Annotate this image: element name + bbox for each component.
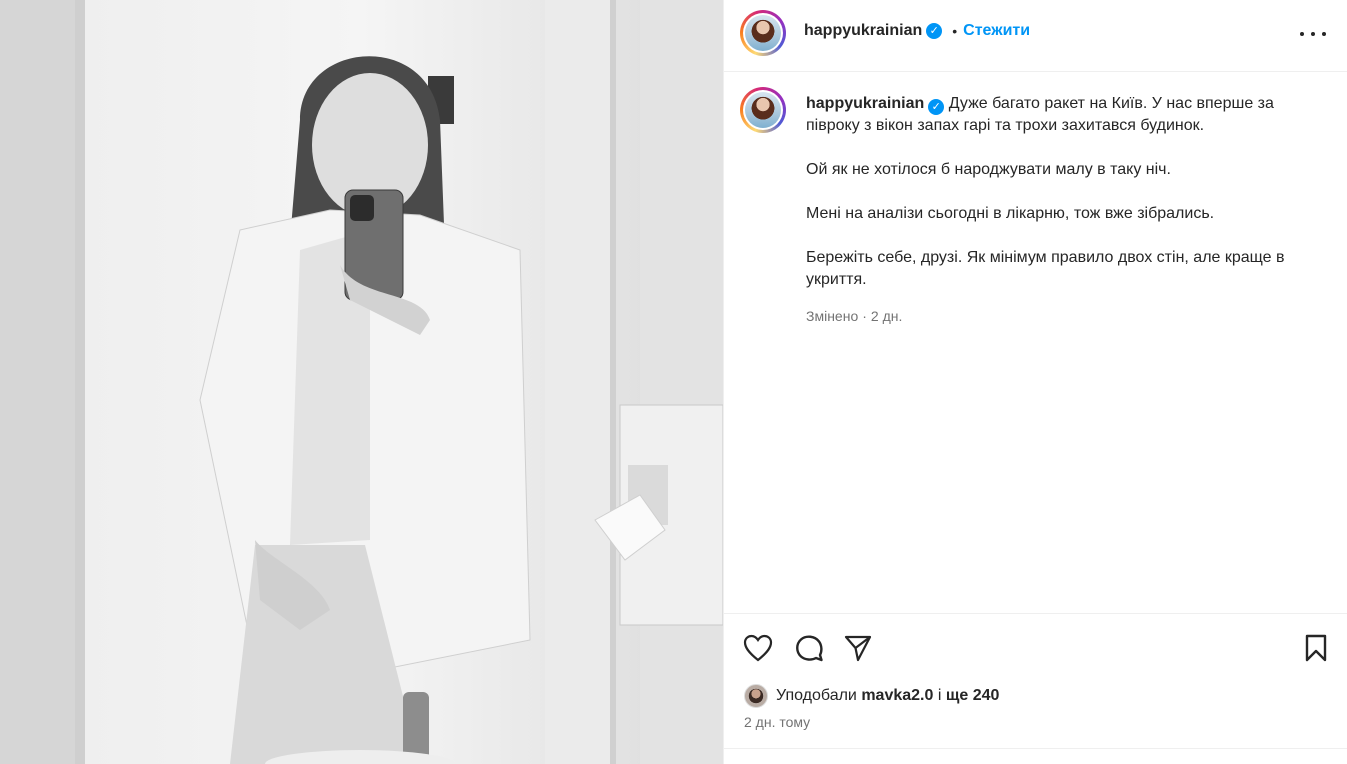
verified-badge-icon: ✓ <box>926 23 943 39</box>
more-options-icon[interactable] <box>1300 22 1326 46</box>
bookmark-icon[interactable] <box>1300 632 1332 664</box>
divider <box>724 748 1347 749</box>
liker-username[interactable]: mavka2.0 <box>861 687 933 705</box>
meta-separator: · <box>862 308 867 324</box>
post-detail-panel: happyukrainian ✓ • Стежити happyukrainia… <box>723 0 1347 764</box>
post-time[interactable]: 2 дн. тому <box>744 714 810 730</box>
author-username[interactable]: happyukrainian <box>804 22 922 40</box>
caption-paragraph-2: Ой як не хотілося б народжувати малу в т… <box>806 161 1171 178</box>
likes-summary: Уподобали mavka2.0 і ще 240 <box>744 684 999 708</box>
likes-prefix: Уподобали <box>776 687 857 704</box>
heart-icon[interactable] <box>742 632 774 664</box>
author-row: happyukrainian ✓ • Стежити <box>804 22 1030 40</box>
caption-text: happyukrainian ✓ Дуже багато ракет на Киї… <box>806 93 1326 327</box>
send-icon[interactable] <box>842 632 874 664</box>
caption-username[interactable]: happyukrainian <box>806 95 924 112</box>
post-photo-illustration <box>0 0 723 764</box>
post-header: happyukrainian ✓ • Стежити <box>724 0 1347 72</box>
caption-meta: Змінено · 2 дн. <box>806 305 1326 327</box>
likes-count[interactable]: ще 240 <box>946 687 1000 705</box>
post-photo[interactable] <box>0 0 723 764</box>
liker-avatar[interactable] <box>744 684 768 708</box>
separator-dot: • <box>952 23 958 39</box>
caption-paragraph-4: Бережіть себе, друзі. Як мінімум правило… <box>806 249 1285 288</box>
follow-button[interactable]: Стежити <box>963 22 1030 40</box>
caption-paragraph-3: Мені на аналізи сьогодні в лікарню, тож … <box>806 205 1215 222</box>
comment-icon[interactable] <box>793 632 825 664</box>
edited-time[interactable]: 2 дн. <box>871 308 902 324</box>
caption-paragraph-1: happyukrainian ✓ Дуже багато ракет на Киї… <box>806 93 1326 137</box>
caption-author-avatar[interactable] <box>740 87 786 133</box>
author-avatar[interactable] <box>740 10 786 56</box>
likes-middle: і <box>937 687 942 704</box>
verified-badge-icon: ✓ <box>928 99 945 115</box>
caption-area: happyukrainian ✓ Дуже багато ракет на Киї… <box>724 73 1347 613</box>
edited-label: Змінено <box>806 308 859 324</box>
action-bar <box>724 613 1347 679</box>
